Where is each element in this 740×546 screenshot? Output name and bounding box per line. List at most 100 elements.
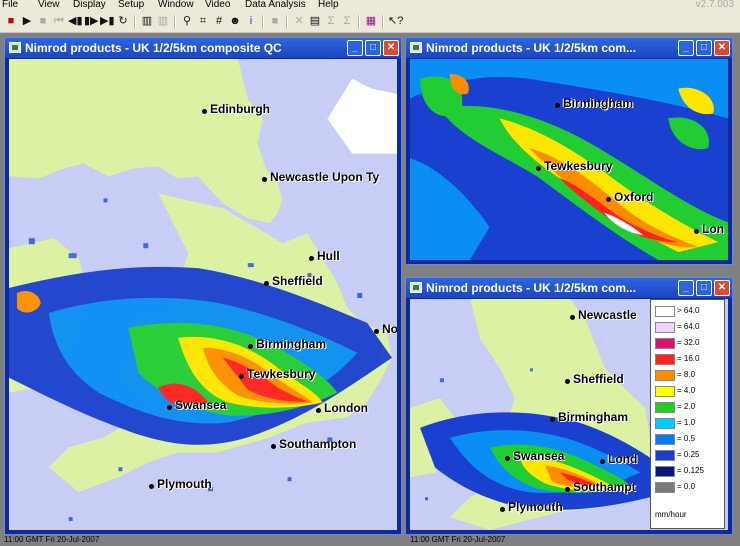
legend-swatch [655, 402, 675, 413]
map-window-icon [410, 282, 422, 293]
toolbar-separator [174, 15, 176, 29]
menu-display[interactable]: Display [73, 0, 106, 11]
window-title: Nimrod products - UK 1/2/5km com... [426, 41, 637, 55]
menu-window[interactable]: Window [158, 0, 194, 11]
city-label: Hull [317, 249, 340, 263]
city-marker [606, 197, 611, 202]
window-title: Nimrod products - UK 1/2/5km com... [426, 281, 637, 295]
menu-help[interactable]: Help [318, 0, 339, 11]
rainfall-legend: mm/hour > 64.0 = 64.0 = 32.0 = 16.0 = 8.0 = 4… [650, 299, 725, 529]
city-label: Tewkesbury [247, 367, 316, 381]
legend-label: = 64.0 [677, 322, 700, 331]
title-bar[interactable]: Nimrod products - UK 1/2/5km composite Q… [5, 38, 401, 58]
city-label: Southampton [279, 437, 357, 451]
menu-video[interactable]: Video [205, 0, 230, 11]
menu-setup[interactable]: Setup [118, 0, 144, 11]
city-marker [565, 487, 570, 492]
close-button[interactable]: ✕ [714, 280, 730, 296]
city-label: Newcastle [578, 308, 637, 322]
step-forward-icon[interactable]: ▮▶ [84, 14, 99, 29]
menu-data-analysis[interactable]: Data Analysis [245, 0, 306, 11]
map-view[interactable]: Edinburgh Newcastle Upon Ty Hull Sheffield B… [9, 59, 397, 530]
zoom-icon[interactable]: ⚲ [180, 14, 194, 29]
city-label: Birmingham [558, 410, 629, 424]
cross-icon[interactable]: ✕ [292, 14, 306, 29]
menu-view[interactable]: View [38, 0, 60, 11]
palette-icon[interactable]: ▦ [364, 14, 378, 29]
help-cursor-icon[interactable]: ↖? [388, 14, 403, 29]
menu-file[interactable]: File [2, 0, 18, 11]
city-label: Newcastle Upon Ty [270, 170, 380, 184]
grid-icon[interactable]: # [212, 14, 226, 29]
city-label: London [324, 401, 368, 415]
title-bar[interactable]: Nimrod products - UK 1/2/5km com... _ □ … [406, 38, 732, 58]
city-marker [239, 374, 244, 379]
toolbar-separator [382, 15, 384, 29]
maximize-button[interactable]: □ [696, 280, 712, 296]
legend-label: = 0.5 [677, 434, 696, 443]
legend-label: = 4.0 [677, 386, 696, 395]
city-marker [550, 417, 555, 422]
legend-label: = 2.0 [677, 402, 696, 411]
minimize-button[interactable]: _ [678, 40, 694, 56]
bottom-right-status-time: 11:00 GMT Fri 20-Jul-2007 [410, 535, 506, 544]
city-label: Edinburgh [210, 102, 270, 116]
play-icon[interactable]: ▶ [20, 14, 34, 29]
legend-swatch [655, 434, 675, 445]
city-label: Birmingham [256, 337, 327, 351]
main-map-window[interactable]: Nimrod products - UK 1/2/5km composite Q… [4, 37, 402, 535]
bar-chart-icon[interactable]: ▥ [140, 14, 154, 29]
legend-label: = 16.0 [677, 354, 700, 363]
city-marker [316, 408, 321, 413]
main-status-time: 11:00 GMT Fri 20-Jul-2007 [4, 535, 100, 544]
step-back-icon[interactable]: ◀▮ [68, 14, 83, 29]
city-label: Plymouth [157, 477, 212, 491]
map-view[interactable]: Birmingham Tewkesbury Oxford Lon [410, 59, 728, 260]
map-window-icon [410, 42, 422, 53]
city-marker [248, 344, 253, 349]
image-icon[interactable]: ▤ [308, 14, 322, 29]
city-marker [264, 281, 269, 286]
close-button[interactable]: ✕ [714, 40, 730, 56]
record-icon[interactable]: ■ [4, 14, 18, 29]
title-bar[interactable]: Nimrod products - UK 1/2/5km com... _ □ … [406, 278, 732, 298]
minimize-button[interactable]: _ [347, 40, 363, 56]
sum-icon[interactable]: Σ [324, 14, 338, 29]
toolbar-separator [134, 15, 136, 29]
sum-y-icon[interactable]: Σ [340, 14, 354, 29]
bottom-right-map-window[interactable]: Nimrod products - UK 1/2/5km com... _ □ … [405, 277, 733, 535]
city-marker [262, 177, 267, 182]
city-marker [202, 109, 207, 114]
legend-label: = 0.125 [677, 466, 704, 475]
crop-icon[interactable]: ⌗ [196, 14, 210, 29]
minimize-button[interactable]: _ [678, 280, 694, 296]
skip-forward-icon[interactable]: ▶▮ [100, 14, 115, 29]
stop-gray-icon[interactable]: ■ [268, 14, 282, 29]
city-marker [309, 256, 314, 261]
maximize-button[interactable]: □ [365, 40, 381, 56]
city-label: Oxford [614, 190, 654, 204]
menu-bar: File View Display Setup Window Video Data Anal… [0, 0, 740, 12]
top-right-map-window[interactable]: Nimrod products - UK 1/2/5km com... _ □ … [405, 37, 733, 265]
close-button[interactable]: ✕ [383, 40, 399, 56]
city-label: Lond [608, 452, 638, 466]
bar-chart-gray-icon[interactable]: ▥ [156, 14, 170, 29]
user-icon[interactable]: ☻ [228, 14, 242, 29]
toolbar-separator [262, 15, 264, 29]
info-icon[interactable]: i [244, 14, 258, 29]
city-marker [167, 405, 172, 410]
legend-swatch [655, 306, 675, 317]
city-marker [694, 229, 699, 234]
toolbar: ■ ▶ ■ ⏮ ◀▮ ▮▶ ▶▮ ↻ ▥ ▥ ⚲ ⌗ # ☻ i ■ ✕ ▤ Σ Σ ▦ ↖? [0, 12, 740, 33]
map-view[interactable]: mm/hour > 64.0 = 64.0 = 32.0 = 16.0 = 8.0 = 4… [410, 299, 728, 530]
stop-icon[interactable]: ■ [36, 14, 50, 29]
city-marker [570, 315, 575, 320]
map-window-icon [9, 42, 21, 53]
city-label: No [382, 322, 397, 336]
maximize-button[interactable]: □ [696, 40, 712, 56]
toolbar-separator [286, 15, 288, 29]
loop-icon[interactable]: ↻ [116, 14, 130, 29]
legend-label: > 64.0 [677, 306, 700, 315]
skip-back-icon[interactable]: ⏮ [52, 14, 66, 29]
legend-swatch [655, 418, 675, 429]
